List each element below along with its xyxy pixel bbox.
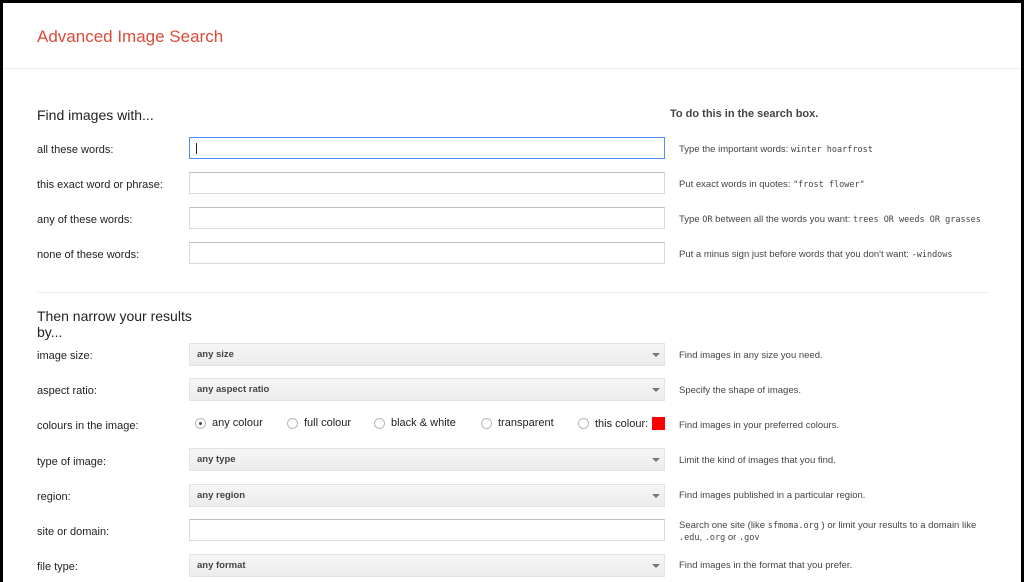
none-words-tip: Put a minus sign just before words that …: [679, 249, 953, 260]
none-words-input[interactable]: [189, 242, 665, 264]
image-size-value: any size: [197, 349, 234, 360]
colour-option-transparent[interactable]: transparent: [481, 417, 554, 429]
type-of-image-tip: Limit the kind of images that you find.: [679, 455, 836, 466]
none-words-label: none of these words:: [37, 249, 140, 261]
radio-icon: [578, 418, 589, 429]
tips-heading: To do this in the search box.: [670, 108, 819, 120]
site-domain-input[interactable]: [189, 519, 665, 541]
colour-option-full[interactable]: full colour: [287, 417, 351, 429]
aspect-ratio-value: any aspect ratio: [197, 384, 270, 395]
image-size-label: image size:: [37, 350, 93, 362]
colours-label: colours in the image:: [37, 420, 139, 432]
image-size-select[interactable]: any size: [189, 343, 665, 366]
colours-tip: Find images in your preferred colours.: [679, 420, 839, 431]
narrow-section-heading: Then narrow your results by...: [37, 308, 192, 340]
region-select[interactable]: any region: [189, 484, 665, 507]
exact-phrase-example: "frost flower": [793, 180, 865, 190]
all-words-label: all these words:: [37, 144, 114, 156]
type-of-image-value: any type: [197, 454, 236, 465]
all-words-tip: Type the important words: winter hoarfro…: [679, 144, 873, 155]
find-section-heading: Find images with...: [37, 107, 154, 123]
colour-option-black-white[interactable]: black & white: [374, 417, 456, 429]
colour-option-this-colour[interactable]: this colour:: [578, 417, 666, 430]
region-value: any region: [197, 490, 246, 501]
colour-option-any[interactable]: any colour: [195, 417, 263, 429]
file-type-tip: Find images in the format that you prefe…: [679, 560, 853, 571]
all-words-input[interactable]: [189, 137, 665, 159]
text-caret: [196, 143, 197, 154]
dropdown-arrow-icon: [652, 353, 660, 357]
page-title: Advanced Image Search: [37, 27, 224, 46]
exact-phrase-tip: Put exact words in quotes: "frost flower…: [679, 179, 865, 190]
region-tip: Find images published in a particular re…: [679, 490, 866, 501]
site-domain-tip: Search one site (like sfmoma.org ) or li…: [679, 520, 977, 543]
dropdown-arrow-icon: [652, 494, 660, 498]
radio-selected-icon: [195, 417, 206, 429]
exact-phrase-input[interactable]: [189, 172, 665, 194]
file-type-select[interactable]: any format: [189, 554, 665, 577]
radio-icon: [374, 417, 385, 429]
colour-swatch[interactable]: [652, 417, 666, 430]
dropdown-arrow-icon: [652, 458, 660, 462]
exact-phrase-label: this exact word or phrase:: [37, 179, 163, 191]
section-divider: [37, 292, 989, 293]
type-of-image-select[interactable]: any type: [189, 448, 665, 471]
header-divider: [3, 68, 1021, 69]
dropdown-arrow-icon: [652, 564, 660, 568]
any-words-label: any of these words:: [37, 214, 133, 226]
any-words-example: trees OR weeds OR grasses: [852, 215, 981, 225]
any-words-input[interactable]: [189, 207, 665, 229]
site-domain-label: site or domain:: [37, 526, 110, 538]
radio-icon: [287, 417, 298, 429]
any-words-tip: Type OR between all the words you want: …: [679, 214, 981, 225]
all-words-example: winter hoarfrost: [790, 145, 873, 155]
dropdown-arrow-icon: [652, 388, 660, 392]
aspect-ratio-label: aspect ratio:: [37, 385, 97, 397]
aspect-ratio-select[interactable]: any aspect ratio: [189, 378, 665, 401]
file-type-value: any format: [197, 560, 246, 571]
file-type-label: file type:: [37, 561, 78, 573]
none-words-example: -windows: [911, 250, 953, 260]
aspect-ratio-tip: Specify the shape of images.: [679, 385, 801, 396]
radio-icon: [481, 417, 492, 429]
image-size-tip: Find images in any size you need.: [679, 350, 823, 361]
region-label: region:: [37, 491, 71, 503]
type-of-image-label: type of image:: [37, 456, 107, 468]
